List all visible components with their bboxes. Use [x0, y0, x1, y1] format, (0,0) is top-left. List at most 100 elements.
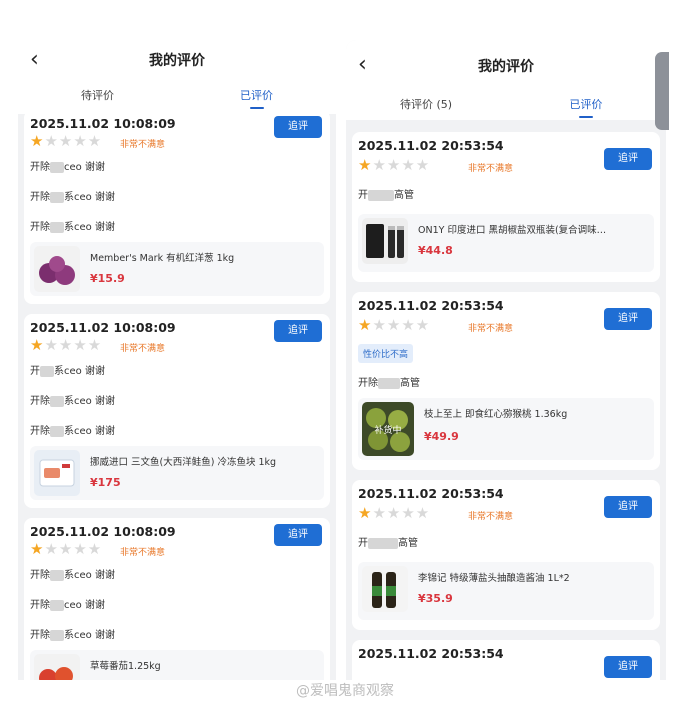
star-filled-icon: ★ [358, 156, 373, 174]
review-comment: 开除 ceo 谢谢 [30, 158, 105, 173]
blurred-text [40, 365, 54, 377]
scroll-handle[interactable] [655, 52, 669, 130]
rating-label: 非常不满意 [120, 548, 166, 558]
review-card: 2025.11.02 20:53:54 追评 ★★★★★ 非常不满意 开 高管 O… [352, 132, 660, 282]
comment-text: ceo 谢谢 [64, 600, 105, 611]
blurred-text [50, 425, 64, 437]
review-card: 2025.11.02 10:08:09 追评 ★★★★★ 非常不满意 开系ceo… [24, 314, 330, 508]
tab-reviewed[interactable]: 已评价 [506, 96, 666, 118]
comment-text: 系ceo 谢谢 [64, 630, 115, 641]
restocking-label: 补货中 [374, 426, 402, 436]
star-filled-icon: ★ [358, 504, 373, 522]
star-empty-icon: ★★★★ [44, 336, 103, 354]
tab-bar: 待评价 (5) 已评价 [346, 96, 666, 118]
review-card: 2025.11.02 20:53:54 追评 [352, 640, 660, 680]
follow-up-review-button[interactable]: 追评 [604, 148, 652, 170]
right-screen: ‹ 我的评价 待评价 (5) 已评价 2025.11.02 20:53:54 追… [346, 40, 666, 680]
product-image [34, 654, 80, 680]
comment-text: 高管 [398, 538, 418, 549]
product-price: ¥49.9 [424, 430, 459, 443]
follow-up-review-button[interactable]: 追评 [604, 496, 652, 518]
product-item[interactable]: 草莓番茄1.25kg [30, 650, 324, 680]
page-title: 我的评价 [478, 59, 534, 75]
product-item[interactable]: ON1Y 印度进口 黑胡椒盐双瓶装(复合调味… ¥44.8 [358, 214, 654, 272]
review-comment: 开除 ceo 谢谢 [30, 596, 105, 611]
follow-up-review-button[interactable]: 追评 [274, 524, 322, 546]
product-name: Member's Mark 有机红洋葱 1kg [90, 253, 235, 264]
comment-text: 系ceo 谢谢 [64, 222, 115, 233]
product-image [34, 450, 80, 496]
follow-up-review-button[interactable]: 追评 [604, 308, 652, 330]
review-date: 2025.11.02 20:53:54 [358, 486, 504, 501]
product-item[interactable]: 李锦记 特级薄盐头抽酿造酱油 1L*2 ¥35.9 [358, 562, 654, 620]
review-date: 2025.11.02 10:08:09 [30, 320, 176, 335]
review-card: 2025.11.02 10:08:09 追评 ★★★★★ 非常不满意 开除 系ce… [24, 518, 330, 680]
star-empty-icon: ★★★★ [372, 316, 431, 334]
star-rating: ★★★★★ [358, 506, 430, 521]
review-card: 2025.11.02 20:53:54 追评 ★★★★★ 非常不满意 开 高管 李… [352, 480, 660, 630]
star-rating: ★★★★★ [30, 338, 102, 353]
review-comment: 开除 系ceo 谢谢 [30, 392, 115, 407]
rating-label: 非常不满意 [120, 344, 166, 354]
review-comment: 开除 系ceo 谢谢 [30, 566, 115, 581]
star-empty-icon: ★★★★ [372, 504, 431, 522]
blurred-text [50, 395, 64, 407]
follow-up-review-button[interactable]: 追评 [274, 320, 322, 342]
review-comment: 开除 系ceo 谢谢 [30, 626, 115, 641]
star-rating: ★★★★★ [30, 134, 102, 149]
product-image [362, 218, 408, 264]
comment-text: 系ceo 谢谢 [64, 192, 115, 203]
star-filled-icon: ★ [30, 336, 45, 354]
product-item[interactable]: 挪威进口 三文鱼(大西洋鲑鱼) 冷冻鱼块 1kg ¥175 [30, 446, 324, 500]
star-empty-icon: ★★★★ [372, 156, 431, 174]
product-name: 草莓番茄1.25kg [90, 661, 161, 672]
header: ‹ 我的评价 待评价 已评价 [18, 40, 336, 114]
product-price: ¥44.8 [418, 244, 453, 257]
review-card: 2025.11.02 10:08:09 追评 ★★★★★ 非常不满意 开除 ceo… [24, 110, 330, 304]
product-item[interactable]: Member's Mark 有机红洋葱 1kg ¥15.9 [30, 242, 324, 296]
comment-text: 开除 [30, 396, 50, 407]
product-price: ¥175 [90, 476, 121, 489]
comment-text: 高管 [400, 378, 420, 389]
follow-up-review-button[interactable]: 追评 [604, 656, 652, 678]
product-price: ¥15.9 [90, 272, 125, 285]
rating-label: 非常不满意 [468, 164, 514, 174]
left-screen: ‹ 我的评价 待评价 已评价 2025.11.02 10:08:09 追评 ★★… [18, 40, 336, 680]
rating-label: 非常不满意 [468, 512, 514, 522]
follow-up-review-button[interactable]: 追评 [274, 116, 322, 138]
tab-pending[interactable]: 待评价 (5) [346, 96, 506, 112]
comment-text: 高管 [394, 190, 414, 201]
product-name: 枝上至上 即食红心猕猴桃 1.36kg [424, 409, 568, 420]
review-card: 2025.11.02 20:53:54 追评 ★★★★★ 非常不满意 性价比不高… [352, 292, 660, 470]
comment-text: 系ceo 谢谢 [64, 396, 115, 407]
comment-text: 开除 [30, 192, 50, 203]
star-rating: ★★★★★ [358, 158, 430, 173]
blurred-text [50, 191, 64, 203]
comment-text: 开除 [30, 222, 50, 233]
star-empty-icon: ★★★★ [44, 540, 103, 558]
comment-text: 开 [358, 538, 368, 549]
review-comment: 开 高管 [358, 534, 418, 549]
product-name: ON1Y 印度进口 黑胡椒盐双瓶装(复合调味… [418, 225, 607, 236]
comment-text: 系ceo 谢谢 [64, 570, 115, 581]
blurred-text [378, 377, 400, 389]
blurred-text [50, 599, 64, 611]
review-tag: 性价比不高 [358, 344, 414, 363]
product-item[interactable]: 补货中 枝上至上 即食红心猕猴桃 1.36kg ¥49.9 [358, 398, 654, 460]
comment-text: 系ceo 谢谢 [54, 366, 105, 377]
blurred-text [50, 221, 64, 233]
blurred-text [50, 161, 64, 173]
tab-bar: 待评价 已评价 [18, 87, 336, 109]
tab-pending[interactable]: 待评价 [18, 87, 177, 103]
blurred-text [50, 629, 64, 641]
product-image: 补货中 [362, 402, 414, 456]
star-empty-icon: ★★★★ [44, 132, 103, 150]
tab-reviewed[interactable]: 已评价 [177, 87, 336, 109]
product-name: 李锦记 特级薄盐头抽酿造酱油 1L*2 [418, 573, 570, 584]
review-comment: 开 系ceo 谢谢 [30, 362, 105, 377]
product-price: ¥35.9 [418, 592, 453, 605]
comment-text: 系ceo 谢谢 [64, 426, 115, 437]
product-image [362, 566, 408, 612]
blurred-text [50, 569, 64, 581]
comment-text: 开除 [30, 600, 50, 611]
